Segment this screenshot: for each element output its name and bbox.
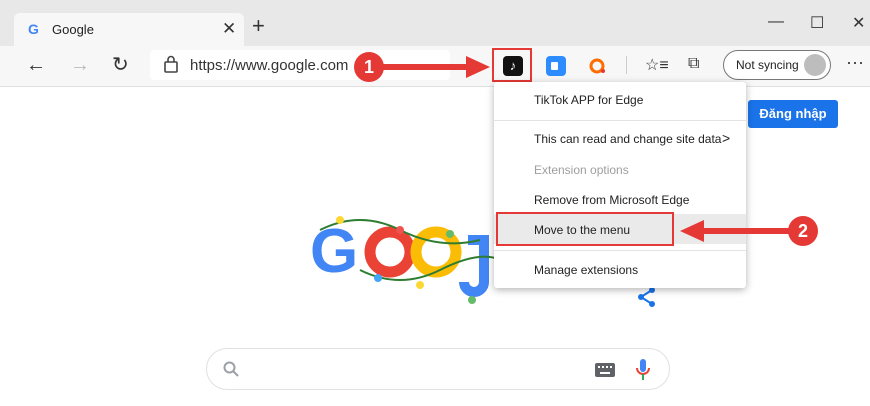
chevron-right-icon: > — [722, 130, 731, 146]
extension-context-menu: TikTok APP for Edge This can read and ch… — [494, 82, 746, 288]
share-icon[interactable] — [636, 286, 658, 308]
new-tab-button[interactable]: + — [252, 15, 265, 37]
menu-item-label: Remove from Microsoft Edge — [534, 193, 690, 207]
close-window-button[interactable]: ✕ — [852, 13, 865, 33]
lock-icon — [164, 55, 178, 73]
svg-text:G: G — [310, 217, 358, 286]
avatar — [804, 54, 826, 76]
microphone-icon[interactable] — [635, 358, 651, 382]
profile-sync-button[interactable]: Not syncing — [723, 50, 831, 80]
url-text[interactable]: https://www.google.com — [190, 57, 348, 74]
tab-google[interactable]: G Google ✕ — [14, 13, 244, 46]
move-to-menu-highlight-box — [496, 212, 674, 246]
menu-divider — [494, 120, 746, 121]
signin-button[interactable]: Đăng nhập — [748, 100, 838, 128]
step1-arrow — [380, 56, 490, 78]
minimize-button[interactable]: — — [768, 13, 784, 31]
tab-close-icon[interactable]: ✕ — [222, 19, 236, 39]
search-icon — [223, 361, 239, 377]
search-box[interactable] — [206, 348, 670, 390]
collections-icon[interactable]: ⧉ — [688, 55, 699, 73]
menu-item-label: Extension options — [534, 163, 629, 177]
more-menu-icon[interactable]: ··· — [846, 52, 864, 73]
tab-title: Google — [52, 22, 94, 37]
maximize-button[interactable]: ☐ — [810, 13, 824, 33]
menu-item-label: Manage extensions — [534, 263, 639, 277]
sync-label: Not syncing — [736, 58, 799, 72]
google-favicon-icon: G — [28, 21, 39, 37]
menu-item-label: TikTok APP for Edge — [534, 93, 644, 107]
google-doodle-logo: G — [310, 216, 501, 304]
step1-badge: 1 — [354, 52, 384, 82]
favorites-icon[interactable]: ☆≡ — [645, 55, 669, 75]
step2-badge: 2 — [788, 216, 818, 246]
forward-button[interactable]: → — [70, 54, 90, 76]
menu-item-site-access[interactable]: This can read and change site data > — [494, 123, 746, 153]
menu-item-extension-options: Extension options — [494, 154, 746, 184]
menu-item-label: This can read and change site data — [534, 132, 722, 146]
zoom-extension-icon[interactable] — [546, 56, 566, 76]
menu-item-manage-extensions[interactable]: Manage extensions — [494, 254, 746, 284]
browser-window: G Google ✕ + — ☐ ✕ ← → ↻ https://www.goo… — [0, 0, 870, 406]
orange-extension-icon[interactable] — [588, 56, 608, 76]
toolbar-separator — [626, 56, 627, 74]
menu-divider — [494, 250, 746, 251]
step2-arrow — [680, 220, 790, 242]
refresh-button[interactable]: ↻ — [112, 54, 129, 76]
back-button[interactable]: ← — [26, 54, 46, 76]
menu-item-remove[interactable]: Remove from Microsoft Edge — [494, 184, 746, 214]
keyboard-icon[interactable] — [595, 363, 615, 377]
tiktok-extension-icon[interactable]: ♪ — [503, 56, 523, 76]
menu-item-extension-name[interactable]: TikTok APP for Edge — [494, 84, 746, 114]
title-bar: G Google ✕ + — ☐ ✕ — [0, 0, 870, 46]
